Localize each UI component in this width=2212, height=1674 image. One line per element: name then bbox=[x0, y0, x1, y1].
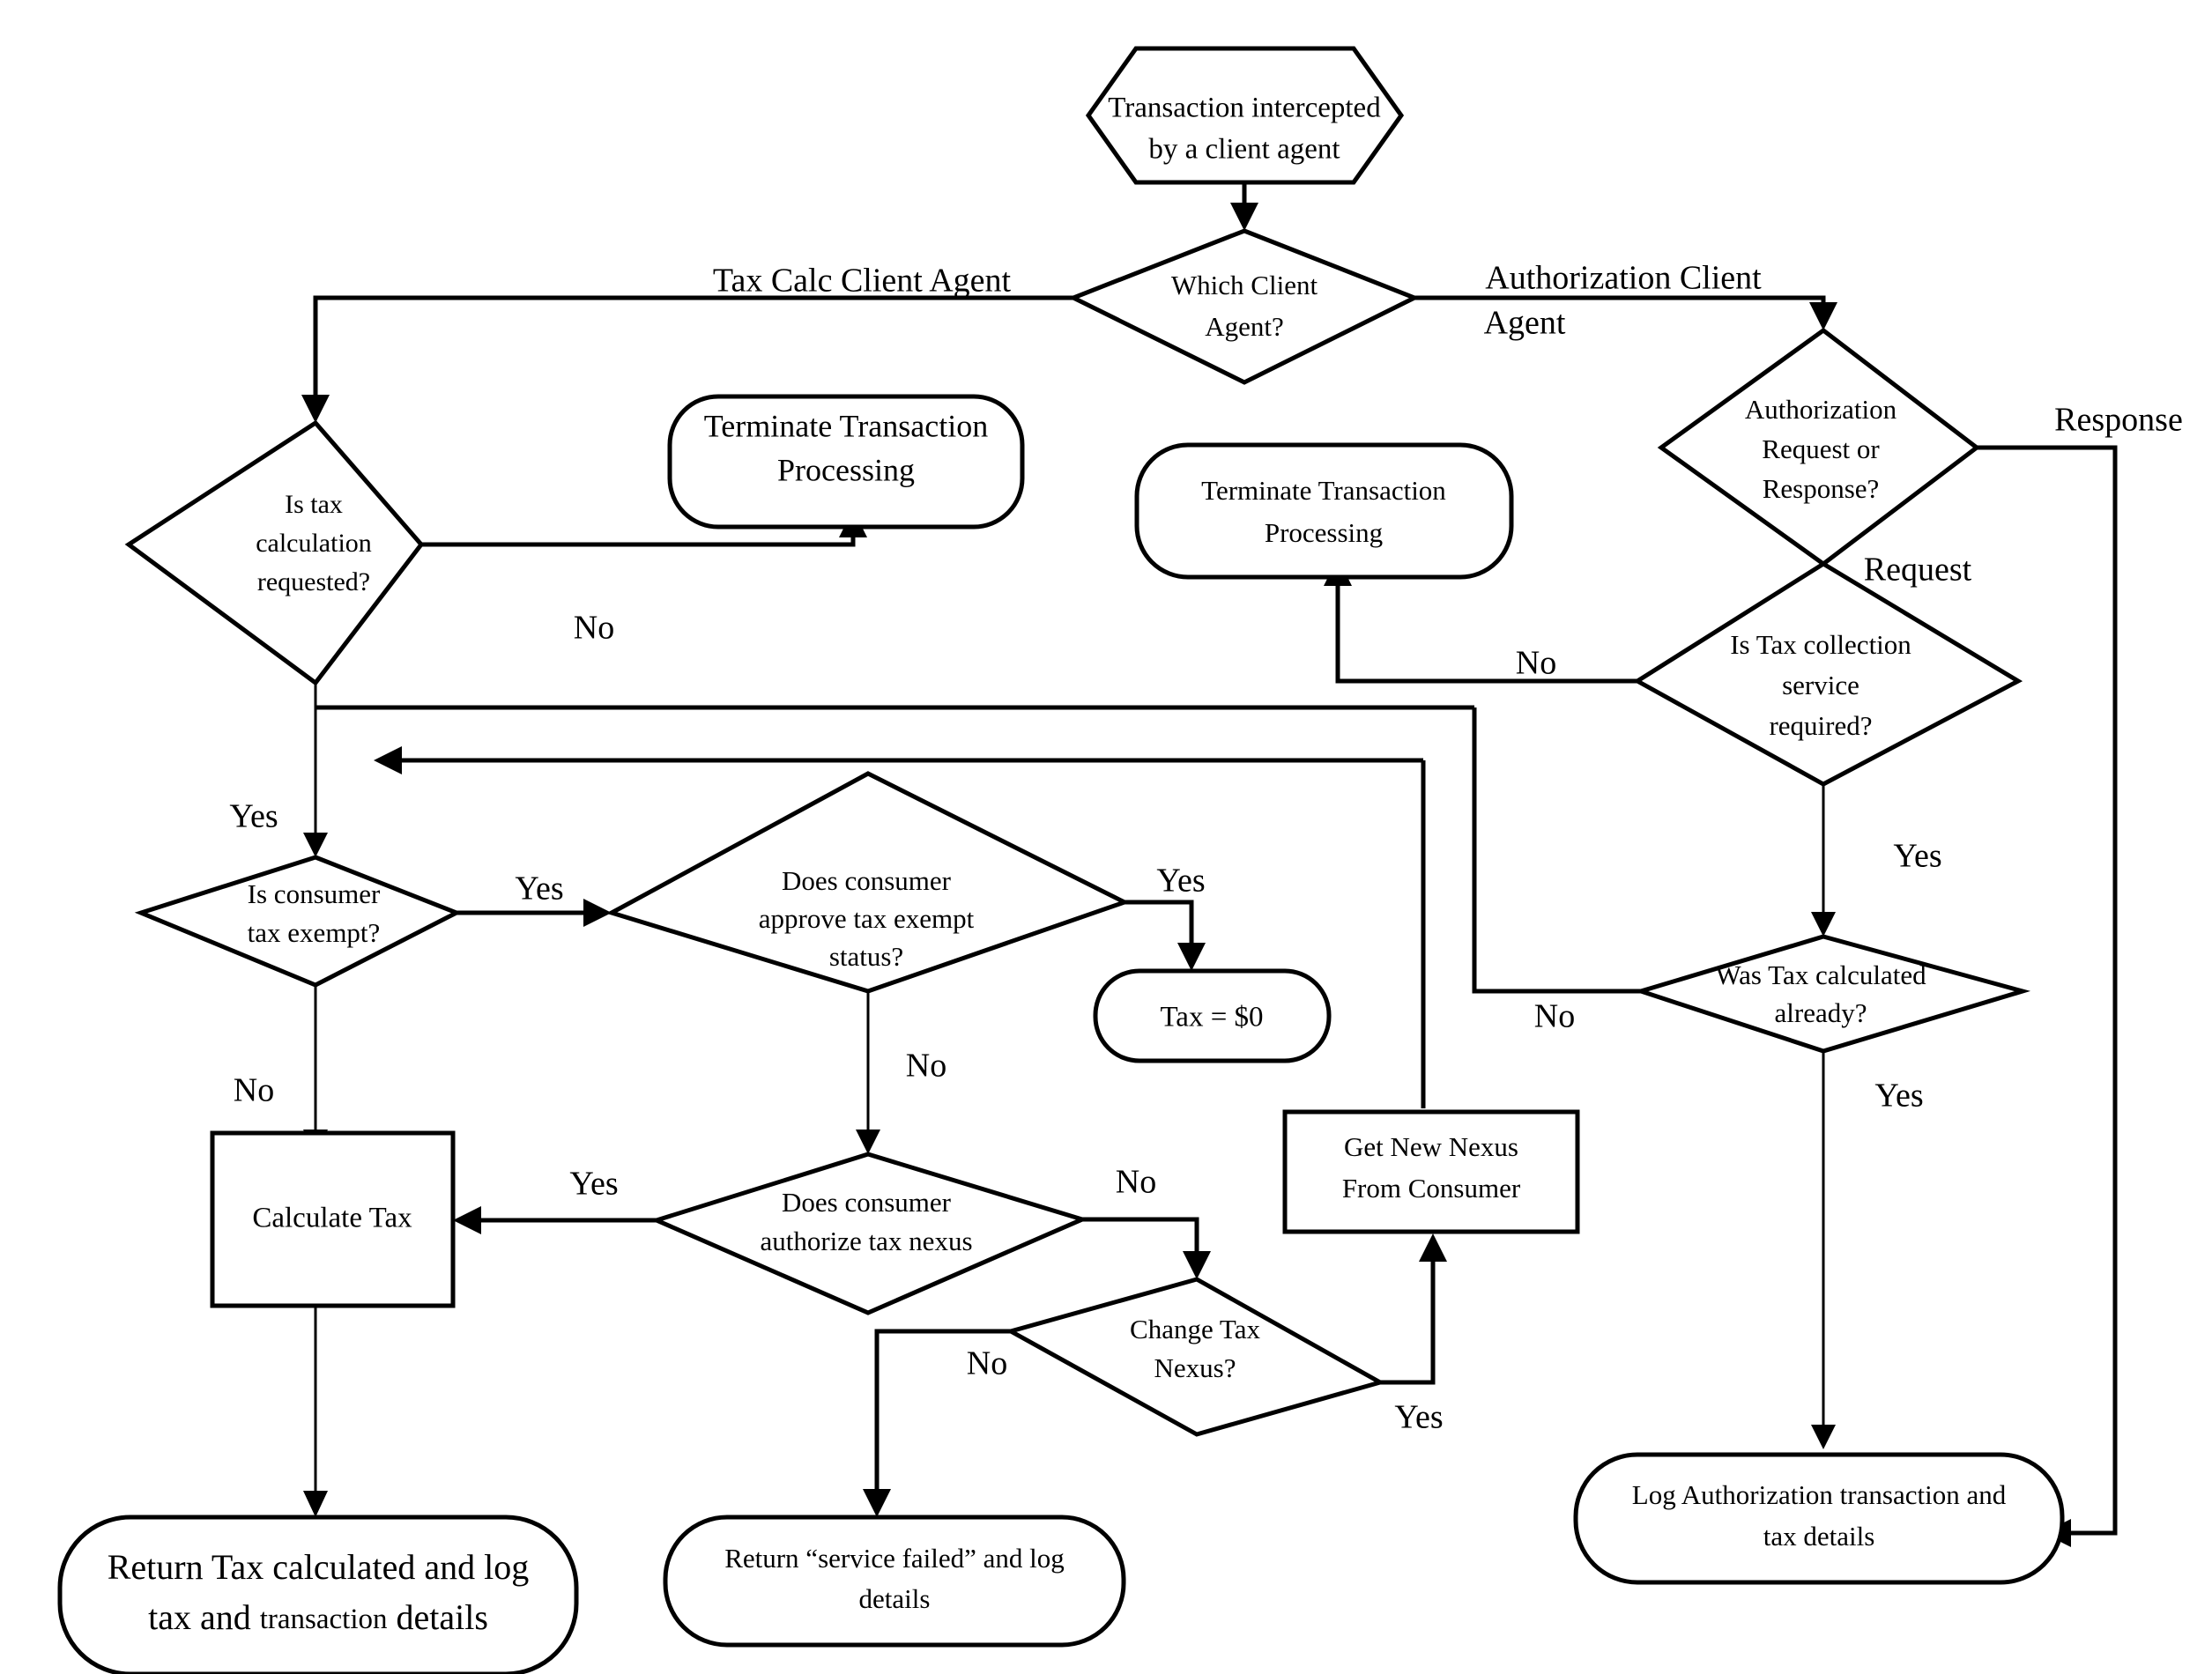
connector-left-branch bbox=[313, 295, 1073, 405]
node-approve-exempt-line3: status? bbox=[829, 941, 903, 972]
node-get-new-nexus: Get New Nexus From Consumer bbox=[1282, 1109, 1580, 1234]
edge-label-yes-tax-collection: Yes bbox=[1893, 838, 1941, 875]
arrowhead-yes-to-consumer-exempt bbox=[303, 833, 328, 857]
node-was-tax-calculated: Was Tax calculated already? bbox=[1633, 934, 2031, 1054]
node-is-tax-calc-line1: Is tax bbox=[285, 490, 343, 519]
connector-no-was-tax-calculated-feedback bbox=[1472, 707, 1641, 994]
edge-label-no-approve-exempt: No bbox=[906, 1048, 946, 1085]
node-authorize-nexus-line2: authorize tax nexus bbox=[760, 1226, 972, 1256]
node-return-failed-line2: details bbox=[859, 1583, 931, 1614]
node-change-nexus-line1: Change Tax bbox=[1130, 1314, 1260, 1344]
edge-label-response: Response bbox=[2054, 402, 2183, 439]
node-log-auth-line2: tax details bbox=[1763, 1521, 1875, 1552]
node-return-tax-calculated: Return Tax calculated and log tax and tr… bbox=[57, 1515, 579, 1674]
node-terminate-mid-line2: Processing bbox=[1265, 517, 1383, 548]
node-was-tax-calc-line1: Was Tax calculated bbox=[1715, 959, 1926, 990]
connector-no-terminate-mid bbox=[1335, 577, 1637, 684]
node-terminate-left-line1: Terminate Transaction bbox=[704, 408, 988, 443]
edge-label-no-change-nexus: No bbox=[967, 1345, 1007, 1382]
node-tax-collection-line3: required? bbox=[1769, 710, 1872, 741]
node-consumer-exempt-line2: tax exempt? bbox=[248, 917, 381, 948]
node-get-new-nexus-line2: From Consumer bbox=[1342, 1173, 1521, 1204]
arrowhead-feedback-second-horizontal bbox=[374, 746, 402, 774]
node-calculate-tax: Calculate Tax bbox=[210, 1130, 456, 1308]
edge-label-no-tax-collection: No bbox=[1516, 645, 1556, 682]
node-tax-zero: Tax = $0 bbox=[1093, 968, 1332, 1063]
node-is-tax-calc-line2: calculation bbox=[256, 529, 372, 558]
edge-label-yes-approve-exempt: Yes bbox=[1156, 863, 1205, 900]
arrowhead-right-branch bbox=[1809, 302, 1837, 330]
node-get-new-nexus-line1: Get New Nexus bbox=[1344, 1131, 1518, 1162]
node-calculate-tax-line1: Calculate Tax bbox=[252, 1203, 412, 1234]
node-does-consumer-approve: Does consumer approve tax exempt status? bbox=[605, 771, 1131, 994]
node-is-tax-calc-requested: Is tax calculation requested? bbox=[124, 419, 425, 686]
node-start-line2: by a client agent bbox=[1148, 134, 1340, 166]
arrowhead-start-to-which-agent bbox=[1230, 203, 1258, 231]
edge-label-auth-client-agent-l1: Authorization Client bbox=[1485, 260, 1762, 297]
node-does-consumer-authorize-nexus: Does consumer authorize tax nexus bbox=[649, 1152, 1089, 1315]
node-which-agent-line1: Which Client bbox=[1171, 270, 1318, 300]
edge-label-tax-calc-client-agent: Tax Calc Client Agent bbox=[713, 263, 1012, 300]
node-terminate-left-line2: Processing bbox=[777, 452, 915, 487]
arrowhead-left-branch bbox=[301, 395, 330, 423]
node-tax-collection-line1: Is Tax collection bbox=[1730, 629, 1911, 660]
node-consumer-exempt-line1: Is consumer bbox=[248, 878, 381, 909]
edge-label-no-is-tax-calc: No bbox=[574, 610, 614, 647]
node-start-line1: Transaction intercepted bbox=[1108, 93, 1381, 124]
edge-label-yes-was-tax-calculated: Yes bbox=[1874, 1078, 1923, 1115]
arrowhead-yes-was-tax-calculated bbox=[1811, 912, 1836, 937]
arrowhead-yes-to-calculate-tax bbox=[453, 1206, 481, 1234]
node-terminate-mid-line1: Terminate Transaction bbox=[1201, 475, 1446, 506]
edge-label-yes-change-nexus: Yes bbox=[1394, 1399, 1443, 1436]
edge-label-no-consumer-exempt: No bbox=[234, 1072, 274, 1109]
node-authorize-nexus-line1: Does consumer bbox=[782, 1187, 952, 1218]
node-which-client-agent: Which Client Agent? bbox=[1067, 228, 1421, 385]
node-terminate-mid: Terminate Transaction Processing bbox=[1134, 442, 1514, 580]
node-tax-collection-line2: service bbox=[1782, 670, 1859, 700]
edge-label-yes-authorize-nexus: Yes bbox=[569, 1166, 618, 1203]
node-is-consumer-tax-exempt: Is consumer tax exempt? bbox=[134, 855, 463, 988]
node-which-agent-line2: Agent? bbox=[1205, 311, 1284, 342]
node-return-service-failed: Return “service failed” and log details bbox=[663, 1515, 1126, 1648]
node-is-tax-collection-required: Is Tax collection service required? bbox=[1633, 561, 2023, 787]
connector-no-terminate-left bbox=[421, 529, 856, 547]
node-return-tax-line2: tax and transaction details bbox=[148, 1597, 488, 1637]
node-terminate-left: Terminate Transaction Processing bbox=[667, 394, 1025, 530]
edge-label-no-was-tax-calculated: No bbox=[1534, 998, 1575, 1035]
node-approve-exempt-line2: approve tax exempt bbox=[759, 903, 975, 934]
node-auth-req-line3: Response? bbox=[1763, 473, 1880, 504]
node-log-auth-line1: Log Authorization transaction and bbox=[1632, 1479, 2007, 1510]
node-auth-request-or-response: Authorization Request or Response? bbox=[1657, 327, 1981, 567]
connector-right-branch bbox=[1414, 295, 1826, 313]
arrowhead-no-to-change-nexus bbox=[1183, 1251, 1211, 1279]
node-approve-exempt-line1: Does consumer bbox=[782, 865, 952, 896]
node-is-tax-calc-line3: requested? bbox=[257, 567, 370, 596]
edge-label-auth-client-agent-l2: Agent bbox=[1484, 305, 1566, 342]
node-auth-req-line2: Request or bbox=[1762, 433, 1880, 464]
edge-label-yes-consumer-exempt: Yes bbox=[515, 870, 563, 907]
node-change-tax-nexus: Change Tax Nexus? bbox=[1005, 1277, 1386, 1437]
node-auth-req-line1: Authorization bbox=[1745, 394, 1897, 425]
node-log-authorization: Log Authorization transaction and tax de… bbox=[1573, 1452, 2065, 1585]
arrowhead-calculate-tax-to-return bbox=[303, 1491, 328, 1517]
arrowhead-yes-to-log-authorization bbox=[1811, 1425, 1836, 1449]
connector-no-to-change-nexus bbox=[1082, 1217, 1199, 1260]
flowchart-canvas: Transaction intercepted by a client agen… bbox=[0, 0, 2212, 1674]
edge-label-yes-is-tax-calc: Yes bbox=[229, 798, 278, 835]
node-return-tax-line1: Return Tax calculated and log bbox=[108, 1547, 530, 1587]
arrowhead-no-to-return-service-failed bbox=[863, 1489, 891, 1517]
arrowhead-no-to-authorize-nexus bbox=[856, 1130, 880, 1154]
edge-label-no-authorize-nexus: No bbox=[1116, 1164, 1156, 1201]
connector-yes-to-get-new-nexus bbox=[1380, 1253, 1436, 1385]
node-tax-zero-line1: Tax = $0 bbox=[1160, 1002, 1263, 1033]
arrowhead-yes-to-get-new-nexus bbox=[1419, 1233, 1447, 1262]
node-return-failed-line1: Return “service failed” and log bbox=[724, 1543, 1065, 1574]
edge-label-request: Request bbox=[1864, 552, 1972, 589]
node-change-nexus-line2: Nexus? bbox=[1154, 1352, 1236, 1383]
node-start: Transaction intercepted by a client agen… bbox=[1085, 46, 1405, 185]
node-was-tax-calc-line2: already? bbox=[1775, 997, 1867, 1028]
arrowhead-yes-to-tax-zero bbox=[1177, 943, 1206, 971]
